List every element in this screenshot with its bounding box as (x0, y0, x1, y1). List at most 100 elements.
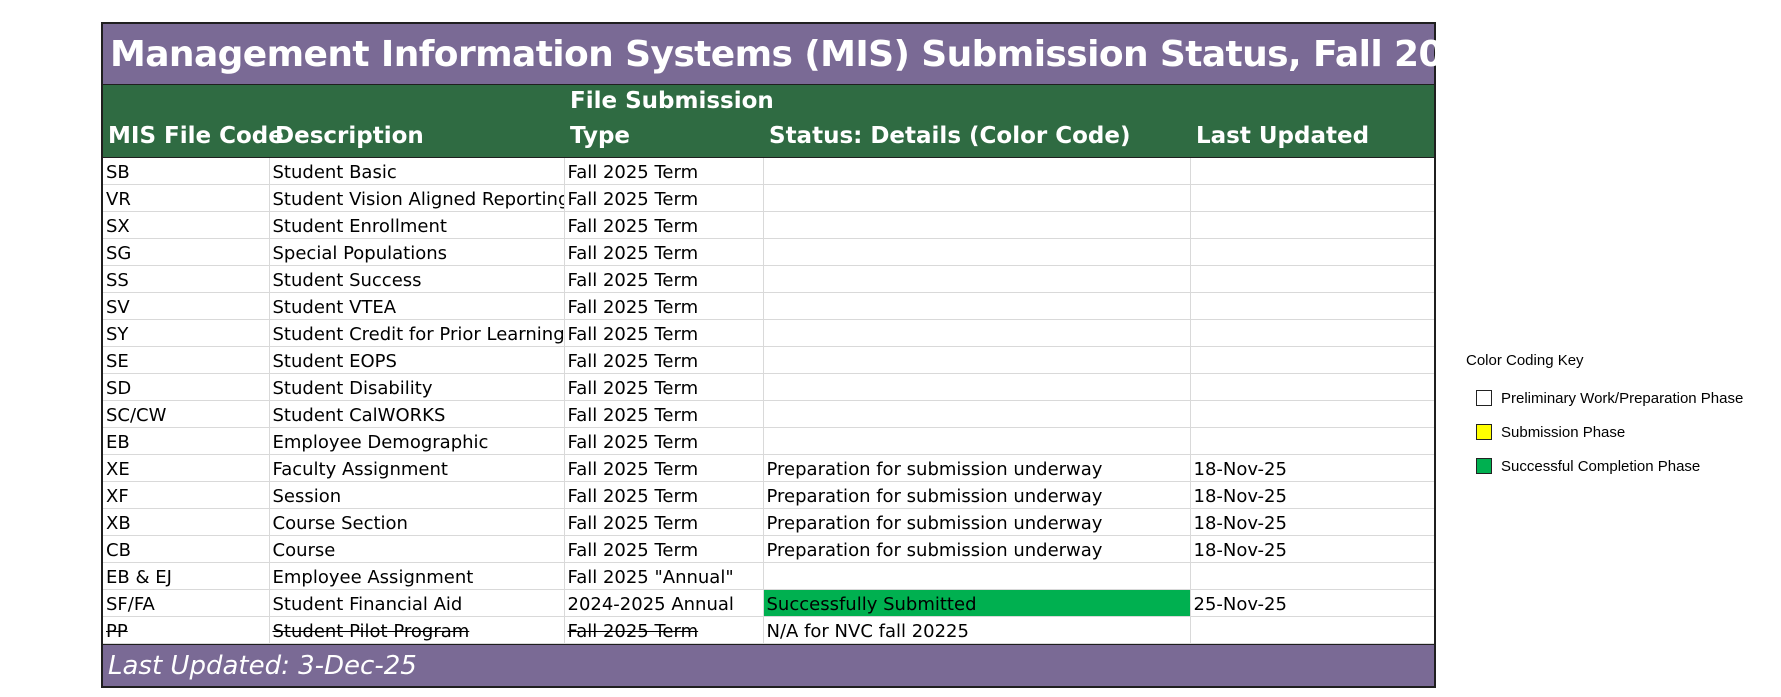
table-row: SB Student Basic Fall 2025 Term (103, 158, 1434, 185)
status-sheet: Management Information Systems (MIS) Sub… (101, 22, 1492, 688)
table-row: SD Student Disability Fall 2025 Term (103, 373, 1434, 401)
cell-type: Fall 2025 "Annual" (564, 562, 764, 590)
cell-updated (1190, 562, 1434, 590)
cell-description: Student Pilot Program (269, 616, 565, 644)
cell-updated: 18-Nov-25 (1190, 535, 1434, 563)
cell-description: Student Financial Aid (269, 589, 565, 617)
title-bar: Management Information Systems (MIS) Sub… (103, 24, 1492, 85)
cell-status (763, 427, 1191, 455)
cell-type: Fall 2025 Term (564, 292, 764, 320)
header-status: Status: Details (Color Code) (769, 123, 1131, 149)
cell-description: Session (269, 481, 565, 509)
footer-bar: Last Updated: 3-Dec-25 (103, 644, 1434, 686)
cell-status (763, 400, 1191, 428)
cell-updated: 18-Nov-25 (1190, 454, 1434, 482)
cell-updated (1190, 211, 1434, 239)
cell-description: Course (269, 535, 565, 563)
color-key-label: Preliminary Work/Preparation Phase (1501, 389, 1744, 407)
cell-code: PP (103, 616, 270, 644)
cell-code: EB & EJ (103, 562, 270, 590)
cell-description: Student Credit for Prior Learning (269, 319, 565, 347)
cell-type: Fall 2025 Term (564, 616, 764, 644)
table-row: SE Student EOPS Fall 2025 Term (103, 346, 1434, 374)
color-swatch-icon (1476, 458, 1492, 474)
cell-code: SY (103, 319, 270, 347)
table-row: CB Course Fall 2025 Term Preparation for su… (103, 535, 1434, 563)
table-row: EB Employee Demographic Fall 2025 Term (103, 427, 1434, 455)
cell-status: Preparation for submission underway (763, 454, 1191, 482)
table-row: SG Special Populations Fall 2025 Term (103, 238, 1434, 266)
table-row: EB & EJ Employee Assignment Fall 2025 "Ann… (103, 562, 1434, 590)
table-row: PP Student Pilot Program Fall 2025 Term N/… (103, 616, 1434, 644)
cell-type: Fall 2025 Term (564, 508, 764, 536)
color-swatch-icon (1476, 424, 1492, 440)
color-key-title: Color Coding Key (1466, 352, 1584, 369)
page-title: Management Information Systems (MIS) Sub… (110, 33, 1492, 75)
cell-status: N/A for NVC fall 20225 (763, 616, 1191, 644)
cell-description: Student CalWORKS (269, 400, 565, 428)
cell-status (763, 373, 1191, 401)
cell-type: Fall 2025 Term (564, 158, 764, 185)
table-row: SC/CW Student CalWORKS Fall 2025 Term (103, 400, 1434, 428)
cell-type: Fall 2025 Term (564, 481, 764, 509)
cell-code: XE (103, 454, 270, 482)
cell-code: EB (103, 427, 270, 455)
cell-updated (1190, 158, 1434, 185)
cell-status: Preparation for submission underway (763, 508, 1191, 536)
cell-status (763, 158, 1191, 185)
cell-code: SE (103, 346, 270, 374)
status-table: SB Student Basic Fall 2025 Term VR Student V… (103, 158, 1434, 644)
table-row: SS Student Success Fall 2025 Term (103, 265, 1434, 293)
header-updated: Last Updated (1196, 123, 1370, 149)
cell-code: XB (103, 508, 270, 536)
cell-type: Fall 2025 Term (564, 346, 764, 374)
cell-updated (1190, 373, 1434, 401)
table-row: VR Student Vision Aligned Reporting Fall 2… (103, 184, 1434, 212)
color-key-item: Preliminary Work/Preparation Phase (1466, 381, 1743, 415)
cell-code: SC/CW (103, 400, 270, 428)
column-header: MIS File Code Description File Submissio… (103, 85, 1434, 158)
cell-updated (1190, 427, 1434, 455)
cell-code: VR (103, 184, 270, 212)
cell-code: SV (103, 292, 270, 320)
cell-code: SS (103, 265, 270, 293)
header-type-line2: Type (570, 123, 631, 149)
cell-status (763, 292, 1191, 320)
table-row: XB Course Section Fall 2025 Term Preparatio… (103, 508, 1434, 536)
cell-type: Fall 2025 Term (564, 265, 764, 293)
table-row: XE Faculty Assignment Fall 2025 Term Prepar… (103, 454, 1434, 482)
cell-code: SF/FA (103, 589, 270, 617)
header-type-line1: File Submission (570, 88, 774, 114)
cell-description: Student Basic (269, 158, 565, 185)
cell-type: Fall 2025 Term (564, 454, 764, 482)
cell-status: Preparation for submission underway (763, 535, 1191, 563)
cell-updated (1190, 346, 1434, 374)
color-key: Color Coding Key Preliminary Work/Prepar… (1466, 352, 1743, 483)
cell-updated (1190, 616, 1434, 644)
color-swatch-icon (1476, 390, 1492, 406)
cell-updated (1190, 400, 1434, 428)
cell-type: Fall 2025 Term (564, 238, 764, 266)
cell-type: Fall 2025 Term (564, 211, 764, 239)
cell-updated (1190, 265, 1434, 293)
cell-status: Preparation for submission underway (763, 481, 1191, 509)
cell-type: Fall 2025 Term (564, 427, 764, 455)
table-row: XF Session Fall 2025 Term Preparation for s… (103, 481, 1434, 509)
cell-updated (1190, 292, 1434, 320)
cell-code: SX (103, 211, 270, 239)
cell-status (763, 184, 1191, 212)
cell-status (763, 238, 1191, 266)
cell-description: Student VTEA (269, 292, 565, 320)
cell-type: Fall 2025 Term (564, 184, 764, 212)
cell-updated: 18-Nov-25 (1190, 481, 1434, 509)
cell-type: Fall 2025 Term (564, 373, 764, 401)
cell-type: 2024-2025 Annual (564, 589, 764, 617)
table-row: SX Student Enrollment Fall 2025 Term (103, 211, 1434, 239)
cell-description: Course Section (269, 508, 565, 536)
cell-code: SG (103, 238, 270, 266)
cell-description: Faculty Assignment (269, 454, 565, 482)
cell-updated: 25-Nov-25 (1190, 589, 1434, 617)
table-row: SV Student VTEA Fall 2025 Term (103, 292, 1434, 320)
cell-description: Student Enrollment (269, 211, 565, 239)
cell-updated: 18-Nov-25 (1190, 508, 1434, 536)
